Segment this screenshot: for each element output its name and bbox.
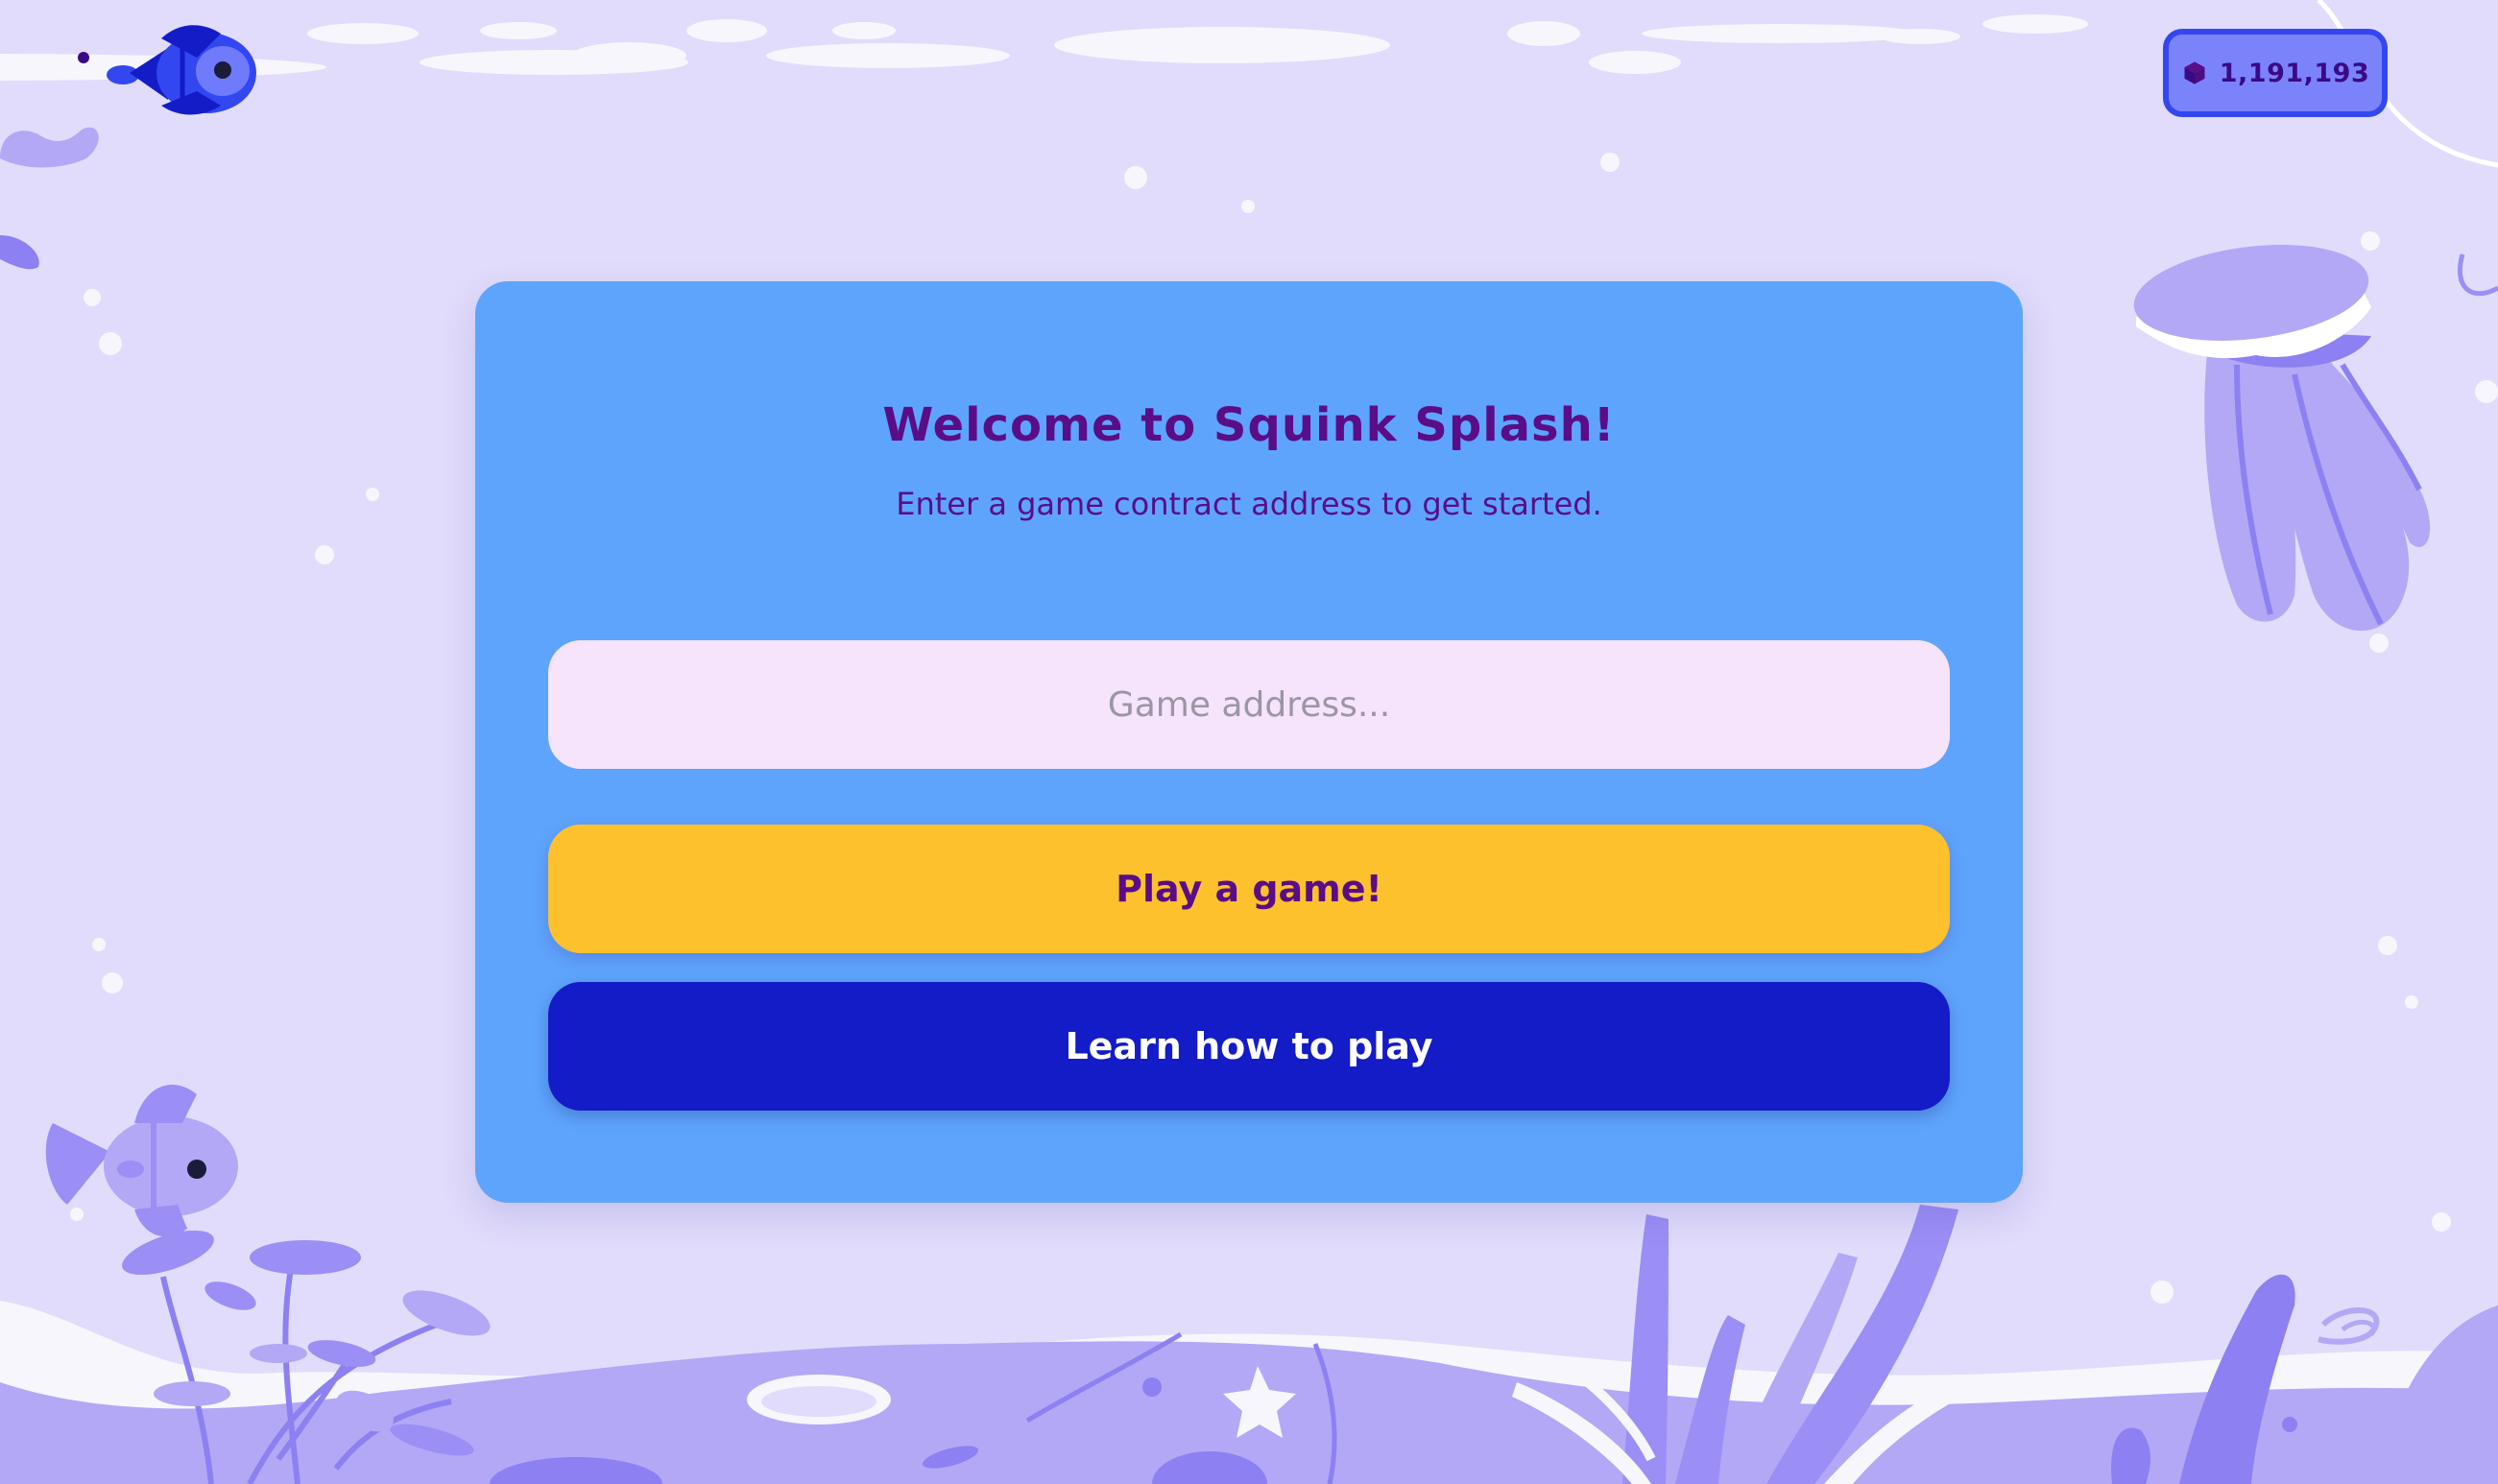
jellyfish-decoration (2133, 245, 2431, 632)
welcome-title: Welcome to Squink Splash! (882, 398, 1616, 452)
coral-blob-small (0, 235, 39, 270)
balance-amount: 1,191,193 (2219, 58, 2370, 88)
sea-foam-top (0, 14, 2088, 81)
game-address-input[interactable] (548, 640, 1950, 769)
learn-how-to-play-button[interactable]: Learn how to play (548, 982, 1950, 1111)
cube-icon (2184, 61, 2205, 84)
play-game-button[interactable]: Play a game! (548, 825, 1950, 953)
welcome-card: Welcome to Squink Splash! Enter a game c… (475, 281, 2023, 1203)
balance-badge: 1,191,193 (2163, 29, 2388, 117)
game-lobby-screen: 1,191,193 Welcome to Squink Splash! Ente… (0, 0, 2498, 1484)
welcome-subtitle: Enter a game contract address to get sta… (896, 486, 1602, 522)
hook-decoration (2457, 253, 2498, 297)
coral-blob-top-left (0, 127, 99, 168)
